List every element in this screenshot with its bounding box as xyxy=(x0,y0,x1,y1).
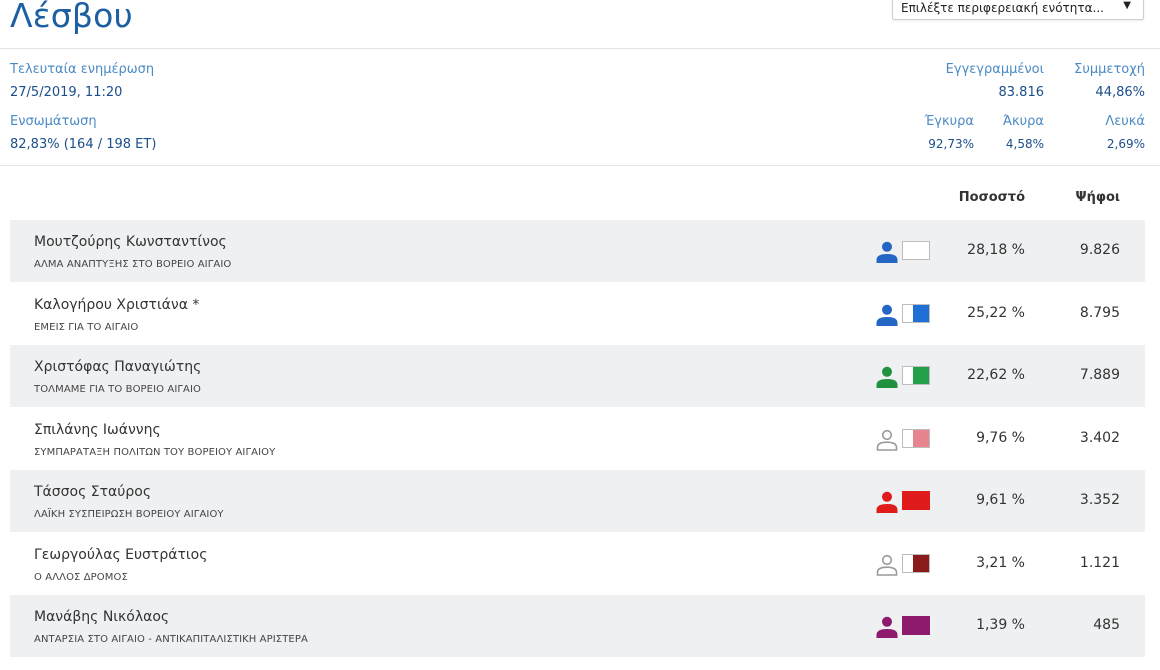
page-title: Λέσβου xyxy=(10,0,133,35)
vote-count: 7.889 xyxy=(1079,367,1120,383)
candidate-name: Καλογήρου Χριστιάνα * xyxy=(34,296,200,313)
integration-value: 82,83% (164 / 198 ΕΤ) xyxy=(10,137,157,152)
party-name: ΑΛΜΑ ΑΝΑΠΤΥΞΗΣ ΣΤΟ ΒΟΡΕΙΟ ΑΙΓΑΙΟ xyxy=(34,259,232,270)
person-icon xyxy=(875,428,899,452)
table-row[interactable]: Χριστόφας Παναγιώτης ΤΟΛΜΑΜΕ ΓΙΑ ΤΟ ΒΟΡΕΙ… xyxy=(10,345,1145,407)
vote-percentage: 1,39 % xyxy=(976,617,1025,633)
table-row[interactable]: Τάσσος Σταύρος ΛΑΪΚΗ ΣΥΣΠΕΙΡΩΣΗ ΒΟΡΕΙΟΥ Α… xyxy=(10,470,1145,532)
vote-percentage: 25,22 % xyxy=(967,304,1025,321)
party-color-swatch xyxy=(902,616,930,635)
person-icon xyxy=(875,365,899,389)
invalid-label: Άκυρα xyxy=(1002,114,1044,129)
candidate-name: Σπιλάνης Ιωάννης xyxy=(34,421,161,438)
party-name: ΛΑΪΚΗ ΣΥΣΠΕΙΡΩΣΗ ΒΟΡΕΙΟΥ ΑΙΓΑΙΟΥ xyxy=(34,509,224,520)
table-row[interactable]: Σπιλάνης Ιωάννης ΣΥΜΠΑΡΑΤΑΞΗ ΠΟΛΙΤΩΝ ΤΟΥ … xyxy=(10,408,1145,470)
person-icon xyxy=(875,240,899,264)
header-divider xyxy=(0,48,1160,49)
table-row[interactable]: Καλογήρου Χριστιάνα * ΕΜΕΙΣ ΓΙΑ ΤΟ ΑΙΓΑΙΟ… xyxy=(10,283,1145,345)
candidate-name: Χριστόφας Παναγιώτης xyxy=(34,359,202,375)
party-color-swatch xyxy=(902,366,930,385)
turnout-label: Συμμετοχή xyxy=(1074,62,1145,77)
vote-count: 3.402 xyxy=(1079,429,1120,446)
vote-count: 1.121 xyxy=(1079,554,1120,571)
vote-percentage: 28,18 % xyxy=(967,242,1025,258)
blank-label: Λευκά xyxy=(1105,114,1145,129)
party-color-swatch xyxy=(902,241,930,260)
table-row[interactable]: Μουτζούρης Κωνσταντίνος ΑΛΜΑ ΑΝΑΠΤΥΞΗΣ ΣΤ… xyxy=(10,220,1145,282)
party-color-swatch xyxy=(902,491,930,510)
blank-value: 2,69% xyxy=(1106,137,1145,151)
person-icon xyxy=(875,303,899,327)
vote-percentage: 3,21 % xyxy=(976,554,1025,571)
party-color-swatch xyxy=(902,428,930,448)
integration-label: Ενσωμάτωση xyxy=(10,114,97,129)
region-select-placeholder: Επιλέξτε περιφερειακή ενότητα... xyxy=(901,1,1104,15)
caret-down-icon: ▼ xyxy=(1123,0,1131,11)
party-color-swatch xyxy=(902,553,930,573)
vote-percentage: 9,76 % xyxy=(976,429,1025,446)
valid-value: 92,73% xyxy=(928,137,974,151)
candidate-name: Τάσσος Σταύρος xyxy=(34,484,152,500)
vote-count: 9.826 xyxy=(1079,242,1120,258)
person-icon xyxy=(875,490,899,514)
region-select[interactable]: Επιλέξτε περιφερειακή ενότητα... ▼ xyxy=(892,0,1144,20)
candidate-name: Μανάβης Νικόλαος xyxy=(34,609,170,625)
vote-percentage: 9,61 % xyxy=(976,492,1025,508)
party-name: ΑΝΤΑΡΣΙΑ ΣΤΟ ΑΙΓΑΙΟ - ΑΝΤΙΚΑΠΙΤΑΛΙΣΤΙΚΗ … xyxy=(34,634,308,645)
turnout-value: 44,86% xyxy=(1095,85,1145,100)
last-update-value: 27/5/2019, 11:20 xyxy=(10,85,123,100)
registered-value: 83.816 xyxy=(998,85,1045,100)
candidate-name: Μουτζούρης Κωνσταντίνος xyxy=(34,234,227,250)
invalid-value: 4,58% xyxy=(1005,137,1044,151)
table-row[interactable]: Μανάβης Νικόλαος ΑΝΤΑΡΣΙΑ ΣΤΟ ΑΙΓΑΙΟ - ΑΝ… xyxy=(10,595,1145,657)
vote-count: 3.352 xyxy=(1079,492,1120,508)
vote-count: 485 xyxy=(1093,617,1120,633)
party-name: ΣΥΜΠΑΡΑΤΑΞΗ ΠΟΛΙΤΩΝ ΤΟΥ ΒΟΡΕΙΟΥ ΑΙΓΑΙΟΥ xyxy=(34,446,276,458)
table-row[interactable]: Γεωργούλας Ευστράτιος Ο ΑΛΛΟΣ ΔΡΟΜΟΣ 3,21 … xyxy=(10,533,1145,595)
registered-label: Εγγεγραμμένοι xyxy=(945,62,1044,77)
party-name: Ο ΑΛΛΟΣ ΔΡΟΜΟΣ xyxy=(34,571,128,583)
stats-divider xyxy=(0,165,1160,166)
party-name: ΕΜΕΙΣ ΓΙΑ ΤΟ ΑΙΓΑΙΟ xyxy=(34,321,139,333)
last-update-label: Τελευταία ενημέρωση xyxy=(10,62,155,77)
vote-percentage: 22,62 % xyxy=(967,367,1025,383)
valid-label: Έγκυρα xyxy=(924,114,974,129)
candidate-name: Γεωργούλας Ευστράτιος xyxy=(34,546,208,563)
person-icon xyxy=(875,615,899,639)
party-name: ΤΟΛΜΑΜΕ ΓΙΑ ΤΟ ΒΟΡΕΙΟ ΑΙΓΑΙΟ xyxy=(34,384,202,395)
column-header-votes: Ψήφοι xyxy=(1075,190,1120,205)
party-color-swatch xyxy=(902,303,930,323)
column-header-percent: Ποσοστό xyxy=(958,190,1025,205)
vote-count: 8.795 xyxy=(1079,304,1120,321)
person-icon xyxy=(875,553,899,577)
